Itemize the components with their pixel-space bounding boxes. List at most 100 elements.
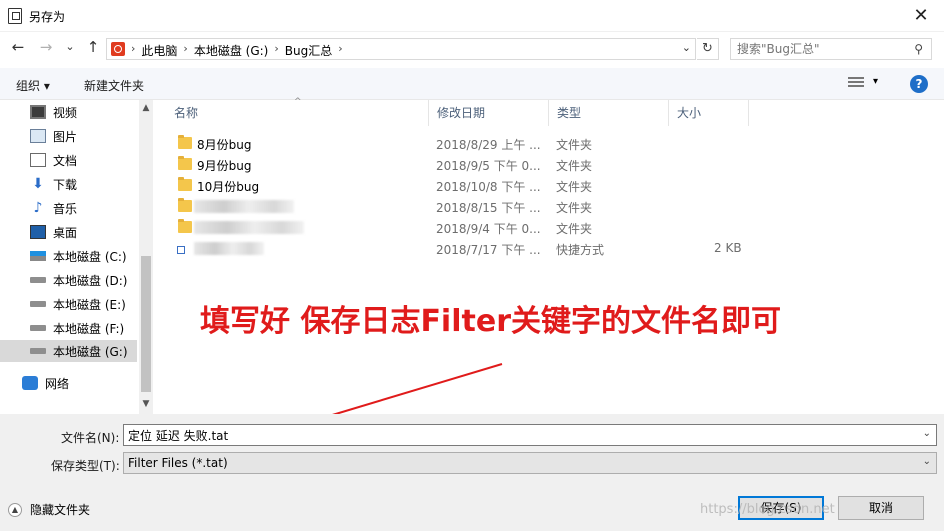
hide-folders-toggle[interactable]: ▲ 隐藏文件夹 xyxy=(8,501,90,518)
watermark: https://blog.csdn.net xyxy=(700,502,835,517)
sidebar-item-label: 本地磁盘 (D:) xyxy=(53,273,128,288)
breadcrumb-drive-g[interactable]: 本地磁盘 (G:) xyxy=(194,42,269,59)
sidebar-item-label: 文档 xyxy=(53,153,78,168)
filename-combobox[interactable]: ⌄ xyxy=(123,424,937,446)
filename-input[interactable] xyxy=(124,425,904,445)
file-row[interactable]: 8月份bug 2018/8/29 上午 ... 文件夹 xyxy=(166,133,756,154)
file-type: 文件夹 xyxy=(556,222,593,236)
sidebar-item-videos[interactable]: 视频 xyxy=(30,101,137,123)
file-date: 2018/8/29 上午 ... xyxy=(436,138,541,152)
column-header-type[interactable]: 类型 xyxy=(549,100,669,126)
folder-icon xyxy=(178,156,192,170)
forward-icon[interactable]: → xyxy=(36,38,56,56)
file-name: 8月份bug xyxy=(197,138,252,152)
sidebar-item-documents[interactable]: 文档 xyxy=(30,149,137,171)
file-date: 2018/9/4 下午 0... xyxy=(436,222,541,236)
cancel-button[interactable]: 取消 xyxy=(838,496,924,520)
breadcrumb: › 此电脑 › 本地磁盘 (G:) › Bug汇总 › xyxy=(131,42,343,59)
sidebar-item-drive-e[interactable]: 本地磁盘 (E:) xyxy=(30,293,137,315)
search-box[interactable]: ⚲ xyxy=(730,38,932,60)
search-input[interactable] xyxy=(731,39,901,59)
file-row[interactable]: 2018/8/15 下午 ... 文件夹 xyxy=(166,196,756,217)
search-icon[interactable]: ⚲ xyxy=(914,42,923,56)
blurred-file-name xyxy=(194,200,294,213)
chevron-down-icon[interactable]: ⌄ xyxy=(923,456,931,467)
sidebar-item-network[interactable]: 网络 xyxy=(22,372,137,394)
window-title: 另存为 xyxy=(29,10,66,24)
sidebar-item-label: 本地磁盘 (C:) xyxy=(53,249,127,264)
crumb-sep[interactable]: › xyxy=(338,42,342,59)
filetype-label: 保存类型(T): xyxy=(51,459,120,473)
computer-location-icon xyxy=(111,42,125,56)
drive-icon xyxy=(30,301,46,307)
view-options-icon[interactable] xyxy=(848,77,864,91)
breadcrumb-bug-folder[interactable]: Bug汇总 xyxy=(285,42,332,59)
crumb-sep[interactable]: › xyxy=(274,42,278,59)
sidebar-item-downloads[interactable]: ⬇ 下载 xyxy=(30,173,137,195)
file-type: 文件夹 xyxy=(556,138,593,152)
help-icon[interactable]: ? xyxy=(910,75,928,93)
sidebar-item-label: 视频 xyxy=(53,105,78,120)
sidebar-item-label: 桌面 xyxy=(53,225,78,240)
video-icon xyxy=(30,105,46,119)
back-icon[interactable]: ← xyxy=(8,38,28,56)
windows-drive-icon xyxy=(30,251,46,261)
filetype-row: 保存类型(T): Filter Files (*.tat) ⌄ xyxy=(0,452,944,476)
folder-icon xyxy=(178,219,192,233)
sidebar-item-drive-f[interactable]: 本地磁盘 (F:) xyxy=(30,317,137,339)
command-toolbar: 组织 ▾ 新建文件夹 ▾ ? xyxy=(0,68,944,100)
hide-folders-label: 隐藏文件夹 xyxy=(30,503,91,517)
filetype-select[interactable]: Filter Files (*.tat) ⌄ xyxy=(123,452,937,474)
navigation-pane: 视频 图片 文档 ⬇ 下载 ♪ 音乐 桌面 本地磁盘 (C:) 本地磁盘 (D:… xyxy=(0,100,152,414)
up-folder-icon[interactable]: ↑ xyxy=(83,38,103,56)
new-folder-button[interactable]: 新建文件夹 xyxy=(84,77,144,94)
folder-icon xyxy=(178,177,192,191)
sidebar-item-drive-c[interactable]: 本地磁盘 (C:) xyxy=(30,245,137,267)
organize-button[interactable]: 组织 ▾ xyxy=(16,77,50,94)
file-name: 9月份bug xyxy=(197,159,252,173)
file-row[interactable]: 9月份bug 2018/9/5 下午 0... 文件夹 xyxy=(166,154,756,175)
desktop-icon xyxy=(30,225,46,239)
breadcrumb-this-pc[interactable]: 此电脑 xyxy=(141,42,177,59)
column-header-name[interactable]: 名称 xyxy=(166,100,429,126)
chevron-down-icon[interactable]: ⌄ xyxy=(923,428,931,439)
file-date: 2018/9/5 下午 0... xyxy=(436,159,541,173)
filetype-value: Filter Files (*.tat) xyxy=(128,456,228,470)
scrollbar-thumb[interactable] xyxy=(141,256,151,392)
address-dropdown-icon[interactable]: ⌄ xyxy=(682,41,691,54)
sidebar-item-label: 网络 xyxy=(45,376,70,391)
file-row[interactable]: 10月份bug 2018/10/8 下午 ... 文件夹 xyxy=(166,175,756,196)
file-row[interactable]: 2018/9/4 下午 0... 文件夹 xyxy=(166,217,756,238)
file-type: 文件夹 xyxy=(556,159,593,173)
file-date: 2018/10/8 下午 ... xyxy=(436,180,541,194)
filename-label: 文件名(N): xyxy=(61,431,120,445)
view-dropdown-icon[interactable]: ▾ xyxy=(873,76,878,87)
column-header-date[interactable]: 修改日期 xyxy=(429,100,549,126)
column-header-size[interactable]: 大小 xyxy=(669,100,749,126)
sidebar-item-drive-d[interactable]: 本地磁盘 (D:) xyxy=(30,269,137,291)
sidebar-scrollbar[interactable]: ▲ ▼ xyxy=(139,100,153,414)
address-bar[interactable]: › 此电脑 › 本地磁盘 (G:) › Bug汇总 › ⌄ xyxy=(106,38,696,60)
file-date: 2018/8/15 下午 ... xyxy=(436,201,541,215)
network-icon xyxy=(22,376,38,390)
file-row[interactable]: 2018/7/17 下午 ... 快捷方式 2 KB xyxy=(166,238,756,259)
refresh-icon[interactable]: ↻ xyxy=(697,38,719,60)
sidebar-item-label: 本地磁盘 (F:) xyxy=(53,321,125,336)
sidebar-item-music[interactable]: ♪ 音乐 xyxy=(30,197,137,219)
drive-icon xyxy=(30,348,46,354)
sidebar-item-pictures[interactable]: 图片 xyxy=(30,125,137,147)
recent-locations-icon[interactable]: ⌄ xyxy=(60,40,80,53)
filename-row: 文件名(N): ⌄ xyxy=(0,424,944,448)
scroll-down-icon[interactable]: ▼ xyxy=(140,399,152,409)
sidebar-item-label: 图片 xyxy=(53,129,78,144)
chevron-up-icon: ▲ xyxy=(8,502,22,517)
scroll-up-icon[interactable]: ▲ xyxy=(140,103,152,113)
sidebar-item-desktop[interactable]: 桌面 xyxy=(30,221,137,243)
shortcut-icon xyxy=(177,246,185,254)
title-bar: 另存为 ✕ xyxy=(0,0,944,32)
crumb-sep[interactable]: › xyxy=(183,42,187,59)
sidebar-item-drive-g[interactable]: 本地磁盘 (G:) xyxy=(0,340,137,362)
sidebar-item-label: 下载 xyxy=(53,177,78,192)
close-icon[interactable]: ✕ xyxy=(898,0,944,32)
file-type: 文件夹 xyxy=(556,201,593,215)
